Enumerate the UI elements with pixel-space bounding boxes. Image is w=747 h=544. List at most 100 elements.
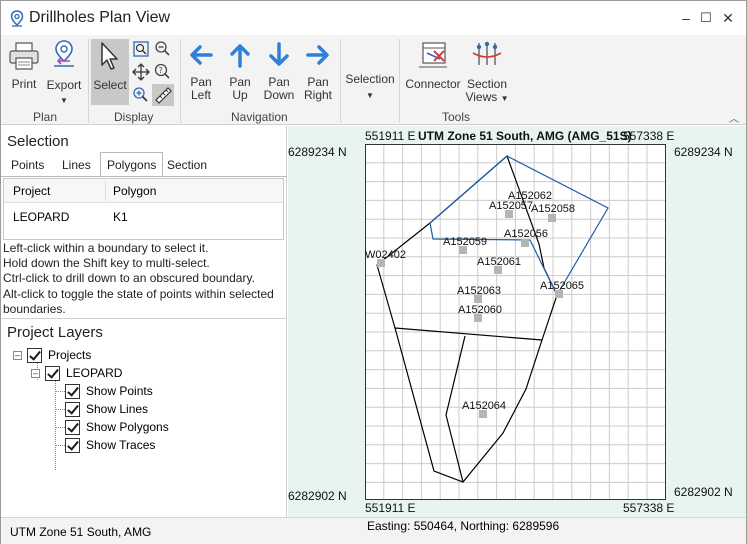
selection-hints: Left-click within a boundary to select i… <box>3 241 285 317</box>
connector-icon <box>419 42 447 68</box>
selection-heading: Selection <box>7 133 69 150</box>
tree-label-show-lines: Show Lines <box>86 402 149 416</box>
tools-group-label: Tools <box>442 110 471 124</box>
selection-label: Selection <box>345 72 395 86</box>
separator <box>399 39 400 123</box>
zoom-in-icon[interactable] <box>131 85 151 105</box>
zoom-extents-icon[interactable] <box>131 39 151 59</box>
selection-grid: Project Polygon LEOPARD K1 <box>3 178 284 240</box>
tree-label-projects: Projects <box>48 348 92 362</box>
arrow-down-icon <box>269 42 289 66</box>
close-button[interactable]: ✕ <box>717 7 739 29</box>
x-min-bottom-label: 551911 E <box>365 501 416 515</box>
point-label: A152057 <box>489 200 533 212</box>
export-button[interactable]: Export ▼ <box>45 39 83 107</box>
hint-line: Ctrl-click to drill down to an obscured … <box>3 271 255 286</box>
print-label: Print <box>11 77 37 91</box>
pan-left-label-2: Left <box>190 88 211 102</box>
hint-line: Alt-click to toggle the state of points … <box>3 286 274 301</box>
status-bar: UTM Zone 51 South, AMG Easting: 550464, … <box>1 517 746 544</box>
print-button[interactable]: Print <box>7 41 41 91</box>
pan-down-button[interactable]: Pan Down <box>261 41 297 102</box>
tab-section[interactable]: Section <box>161 154 213 176</box>
tab-polygons[interactable]: Polygons <box>100 152 164 176</box>
maximize-button[interactable]: ☐ <box>695 7 717 29</box>
point-label: W02402 <box>365 249 406 261</box>
select-button[interactable]: Select <box>91 41 129 92</box>
tab-lines[interactable]: Lines <box>56 154 97 176</box>
collapse-icon[interactable]: – <box>31 369 40 378</box>
connector-button[interactable]: Connector <box>403 39 463 91</box>
tree-connector <box>55 427 65 428</box>
point-label: A152059 <box>443 236 487 248</box>
app-window: Drillholes Plan View – ☐ ✕ Print Export … <box>0 0 747 544</box>
column-project[interactable]: Project <box>13 184 50 198</box>
y-min-left-label: 6282902 N <box>288 489 347 503</box>
zoom-query-icon[interactable]: ? <box>153 62 173 82</box>
separator <box>88 39 89 123</box>
pan-up-button[interactable]: Pan Up <box>224 41 256 102</box>
column-polygon[interactable]: Polygon <box>113 184 156 198</box>
panel-divider <box>1 318 287 319</box>
pan-move-icon[interactable] <box>131 62 151 82</box>
tree-label-show-points: Show Points <box>86 384 153 398</box>
export-dropdown-icon: ▼ <box>60 96 68 105</box>
minimize-button[interactable]: – <box>675 7 697 29</box>
pan-down-label-2: Down <box>263 88 295 102</box>
checkbox-show-points[interactable] <box>65 384 80 399</box>
checkbox-projects[interactable] <box>27 348 42 363</box>
tab-underline <box>1 176 287 177</box>
select-label: Select <box>93 78 127 92</box>
point-label: A152058 <box>531 203 575 215</box>
tab-points[interactable]: Points <box>5 154 50 176</box>
map-pin-icon <box>10 10 24 27</box>
map-projection-header: UTM Zone 51 South, AMG (AMG_51S) <box>418 129 632 143</box>
checkbox-show-traces[interactable] <box>65 438 80 453</box>
plan-view-map[interactable]: 551911 E UTM Zone 51 South, AMG (AMG_51S… <box>288 126 746 517</box>
pan-left-button[interactable]: Pan Left <box>185 41 217 102</box>
window-title: Drillholes Plan View <box>29 9 171 26</box>
checkbox-show-lines[interactable] <box>65 402 80 417</box>
export-label: Export <box>46 78 82 92</box>
collapse-ribbon-icon[interactable]: ︿ <box>729 110 739 125</box>
tree-label-show-traces: Show Traces <box>86 438 156 452</box>
ribbon: Print Export ▼ Plan Select ? Display Pan… <box>1 35 746 125</box>
hint-line: Left-click within a boundary to select i… <box>3 241 209 255</box>
section-views-label-2: Views ▼ <box>465 91 509 105</box>
drillhole-point[interactable] <box>521 239 529 247</box>
cell-project: LEOPARD <box>13 210 70 224</box>
measure-ruler-icon[interactable] <box>153 85 173 105</box>
navigation-group-label: Navigation <box>231 110 288 124</box>
connector-label: Connector <box>405 77 461 91</box>
point-label: A152060 <box>458 304 502 316</box>
point-label: A152064 <box>462 400 506 412</box>
pan-right-button[interactable]: Pan Right <box>301 41 335 102</box>
hint-line: Hold down the Shift key to multi-select. <box>3 256 210 271</box>
collapse-icon[interactable]: – <box>13 351 22 360</box>
tree-connector <box>55 409 65 410</box>
drillhole-point[interactable] <box>548 214 556 222</box>
map-canvas[interactable]: A152062 A152058 A152057 A152056 A152059 … <box>365 144 666 500</box>
zoom-out-icon[interactable] <box>153 39 173 59</box>
section-views-button[interactable]: Section Views ▼ <box>465 39 509 105</box>
selection-dropdown-icon: ▼ <box>366 91 374 100</box>
arrow-left-icon <box>190 45 213 65</box>
title-bar: Drillholes Plan View – ☐ ✕ <box>1 1 746 35</box>
left-panel: Selection Points Lines Polygons Section … <box>1 126 287 517</box>
table-row[interactable]: LEOPARD K1 <box>4 205 283 227</box>
grid-header: Project Polygon <box>4 179 283 203</box>
status-cursor-coords: Easting: 550464, Northing: 6289596 <box>367 519 560 533</box>
section-views-icon <box>472 41 502 65</box>
section-views-dropdown-icon: ▼ <box>500 94 509 103</box>
arrow-right-icon <box>306 45 329 65</box>
pan-up-label-2: Up <box>232 88 248 102</box>
y-min-right-label: 6282902 N <box>674 485 733 499</box>
printer-icon <box>9 42 39 70</box>
checkbox-project[interactable] <box>45 366 60 381</box>
checkbox-show-polygons[interactable] <box>65 420 80 435</box>
point-label: A152056 <box>504 228 548 240</box>
selection-dropdown[interactable]: Selection ▼ <box>344 73 396 102</box>
column-divider <box>105 181 106 201</box>
cursor-arrow-icon <box>101 42 118 70</box>
pan-right-label-2: Right <box>303 88 332 102</box>
